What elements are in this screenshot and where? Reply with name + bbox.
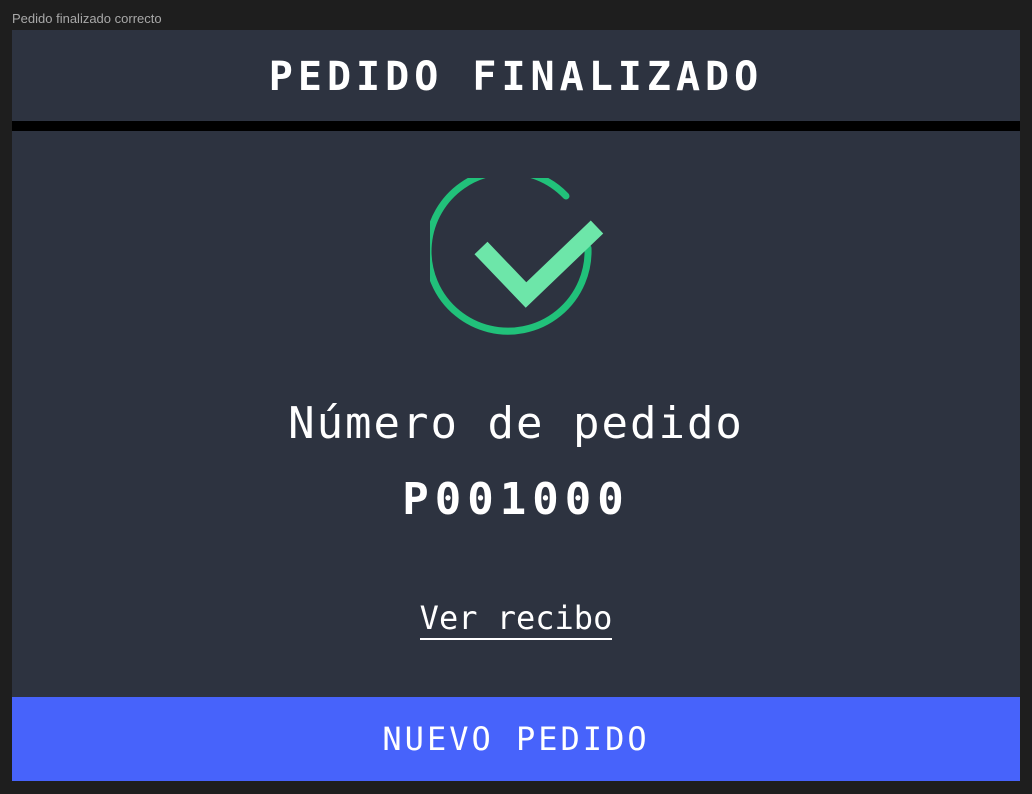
view-receipt-label: Ver recibo <box>419 599 613 640</box>
frame-label: Pedido finalizado correcto <box>12 11 162 26</box>
order-number-label: Número de pedido <box>288 398 744 449</box>
page-title: PEDIDO FINALIZADO <box>268 53 764 100</box>
view-receipt-link[interactable]: Ver recibo <box>12 598 1020 640</box>
new-order-button[interactable]: NUEVO PEDIDO <box>12 697 1020 781</box>
header-divider <box>12 121 1020 131</box>
header: PEDIDO FINALIZADO <box>12 30 1020 121</box>
order-complete-screen: PEDIDO FINALIZADO Número de pedido P0010… <box>12 30 1020 781</box>
check-circle-icon <box>430 178 604 335</box>
order-number-value: P001000 <box>402 474 630 525</box>
